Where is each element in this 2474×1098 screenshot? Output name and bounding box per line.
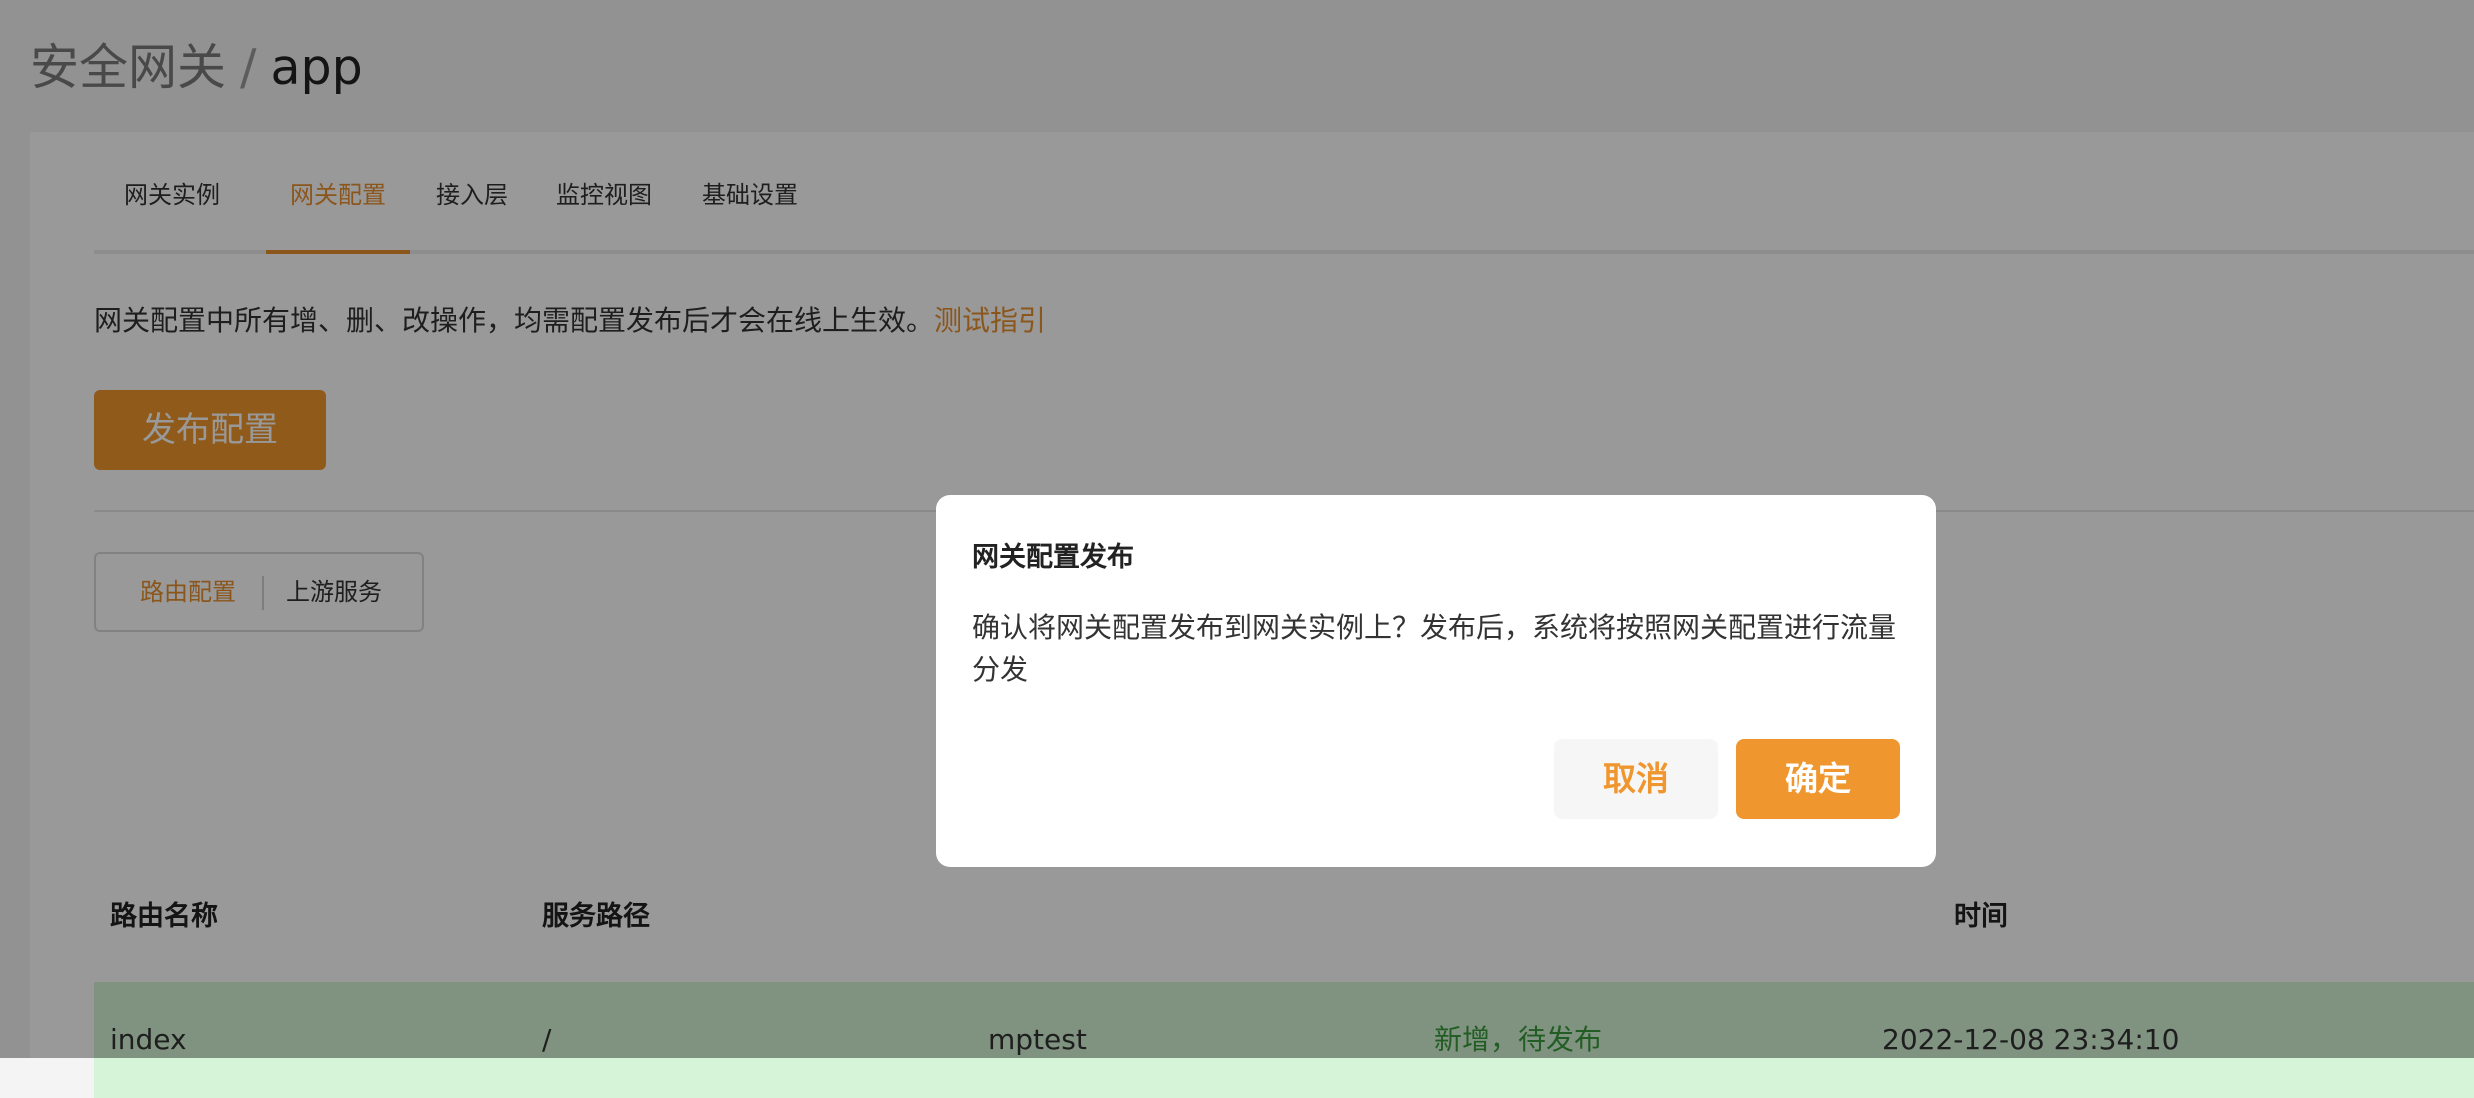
confirm-button[interactable]: 确定	[1736, 739, 1900, 819]
dialog-message: 确认将网关配置发布到网关实例上？发布后，系统将按照网关配置进行流量分发	[972, 611, 1897, 686]
dialog-title: 网关配置发布	[972, 542, 1134, 573]
publish-confirm-dialog: 网关配置发布 确认将网关配置发布到网关实例上？发布后，系统将按照网关配置进行流量…	[936, 495, 1936, 867]
cancel-button[interactable]: 取消	[1554, 739, 1718, 819]
